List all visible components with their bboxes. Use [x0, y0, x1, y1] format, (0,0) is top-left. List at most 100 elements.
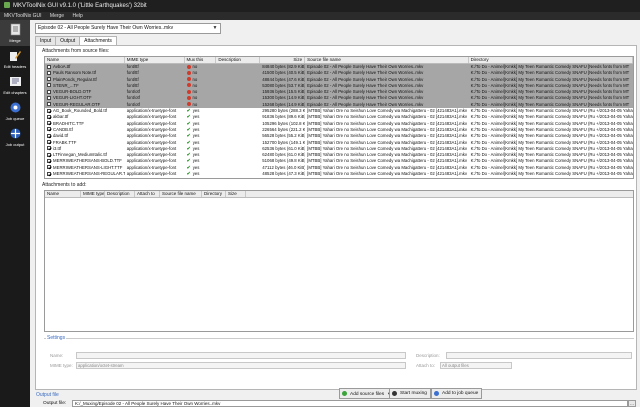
- menu-merge[interactable]: Merge: [50, 13, 64, 19]
- directory-cell-text: K:/To Do - Anime/[Kmkk] My Teen Romantic…: [470, 126, 634, 132]
- attachment-checkbox[interactable]: [47, 146, 51, 151]
- attachment-checkbox[interactable]: [47, 95, 51, 100]
- add-to-job-queue-button[interactable]: Add to job queue: [431, 388, 483, 399]
- attachment-checkbox[interactable]: [47, 108, 51, 113]
- column-header[interactable]: Source file name: [160, 191, 202, 197]
- attachment-name: AvboA.ttf: [53, 64, 71, 69]
- source-file-cell-text: Episode 02 - All People Surely Have Thei…: [307, 70, 424, 76]
- size-cell-text: 47112 bytes (46.0 KiB): [262, 164, 306, 170]
- attachment-name: PlainPonds_Regular.ttf: [53, 76, 97, 82]
- mux-value: yes: [192, 158, 200, 164]
- column-header[interactable]: Source file name: [305, 57, 469, 63]
- job-selector[interactable]: Episode 02 - All People Surely Have Thei…: [35, 23, 221, 34]
- mime-cell-text: font/ttf: [126, 70, 139, 76]
- attachment-checkbox[interactable]: [47, 77, 51, 82]
- attachment-checkbox[interactable]: [47, 171, 51, 176]
- attachment-checkbox[interactable]: [47, 165, 51, 170]
- directory-cell-text: K:/To Do - Anime/[Kmkk] My Teen Romantic…: [470, 139, 634, 145]
- output-file-input[interactable]: K:/_Muxing/Episode 02 - All People Surel…: [72, 400, 628, 407]
- job-selector-value: Episode 02 - All People Surely Have Thei…: [38, 25, 174, 31]
- job-queue-icon: [10, 102, 20, 113]
- attachment-checkbox[interactable]: [47, 140, 51, 145]
- menu-help[interactable]: Help: [72, 13, 82, 19]
- start-muxing-button[interactable]: Start muxing: [389, 388, 431, 399]
- source-file-cell-text: [MTBB] Yahari Ore no Seishun Love Comedy…: [307, 164, 468, 170]
- sidebar-item-edit-headers[interactable]: Edit headers: [0, 46, 30, 72]
- name-label: Name:: [50, 353, 64, 358]
- table-body: AvboA.ttf font/ttf no 84840 bytes (82.9 KiB…: [45, 64, 633, 177]
- column-header[interactable]: Name: [45, 57, 125, 63]
- mux-value: no: [192, 64, 198, 69]
- size-cell-text: 91836 bytes (89.6 KiB): [262, 114, 306, 120]
- attachment-checkbox[interactable]: [47, 89, 51, 94]
- tab-attachments[interactable]: Attachments: [79, 36, 117, 45]
- plus-icon: [342, 391, 347, 396]
- attachment-checkbox[interactable]: [47, 114, 51, 119]
- mime-cell-text: application/x-truetype-font: [126, 114, 177, 120]
- mux-value: no: [192, 82, 198, 88]
- add-source-files-button[interactable]: Add source files▼: [339, 388, 396, 399]
- no-entry-icon: [186, 70, 191, 75]
- sidebar-label-edit-headers: Edit headers: [3, 64, 27, 69]
- attachment-checkbox[interactable]: [47, 64, 51, 69]
- source-attachments-label: Attachments from source files:: [42, 48, 110, 54]
- attachment-name: AG_Book_Rounded_Bold.ttf: [53, 108, 107, 114]
- chevron-down-icon[interactable]: ▼: [211, 24, 219, 33]
- sidebar: Merge Edit headers Edit chapters Job que…: [0, 20, 30, 407]
- mime-cell: application/x-truetype-font: [125, 171, 185, 177]
- column-header[interactable]: MIME type: [125, 57, 185, 63]
- mux-cell[interactable]: ✔ yes: [185, 171, 217, 177]
- mime-cell-text: application/x-truetype-font: [126, 145, 177, 151]
- mux-value: yes: [192, 108, 200, 114]
- column-header[interactable]: Directory: [469, 57, 633, 63]
- column-header[interactable]: Description: [105, 191, 135, 197]
- column-header[interactable]: Size: [260, 57, 306, 63]
- attachment-checkbox[interactable]: [47, 70, 51, 75]
- tab-input[interactable]: Input: [35, 36, 57, 45]
- attachment-checkbox[interactable]: [47, 102, 51, 107]
- source-file-cell-text: [MTBB] Yahari Ore no Seishun Love Comedy…: [307, 152, 468, 158]
- attachment-checkbox[interactable]: [47, 133, 51, 138]
- column-header[interactable]: Name: [45, 191, 81, 197]
- add-attachments-table[interactable]: Name MIME type Description Attach to Sou…: [44, 190, 634, 332]
- attachment-name: VEGUR-BOLD.OTF: [53, 89, 92, 95]
- sidebar-item-job-output[interactable]: Job output: [0, 124, 30, 150]
- column-header[interactable]: MIME type: [81, 191, 105, 197]
- column-header[interactable]: Directory: [202, 191, 226, 197]
- column-header[interactable]: Size: [226, 191, 246, 197]
- tab-output[interactable]: Output: [55, 36, 81, 45]
- mime-cell-text: font/otf: [126, 101, 140, 107]
- mux-value: yes: [192, 139, 200, 145]
- table-row[interactable]: MERRIWEATHERSANS-REGULAR.TTF application/…: [45, 171, 633, 177]
- mime-cell-text: application/x-truetype-font: [126, 126, 177, 132]
- sidebar-item-edit-chapters[interactable]: Edit chapters: [0, 72, 30, 98]
- settings-group: Settings Name: Description: MIME type: a…: [44, 335, 634, 383]
- no-entry-icon: [186, 89, 191, 94]
- attachment-checkbox[interactable]: [47, 121, 51, 126]
- source-file-cell-text: Episode 02 - All People Surely Have Thei…: [307, 82, 424, 88]
- directory-cell-text: K:/To Do - Anime/[Kmkk] My Teen Romantic…: [470, 82, 630, 88]
- column-header[interactable]: Attach to: [135, 191, 160, 197]
- attachment-checkbox[interactable]: [47, 158, 51, 163]
- sidebar-item-job-queue[interactable]: Job queue: [0, 98, 30, 124]
- sidebar-label-merge: Merge: [9, 38, 21, 43]
- size-cell-text: 62480 bytes (61.0 KiB): [262, 152, 306, 158]
- browse-output-button[interactable]: ...: [628, 400, 636, 407]
- menu-mkvtoolnix[interactable]: MKVToolNix GUI: [4, 13, 42, 19]
- attachment-name: FRABK.TTF: [53, 139, 77, 145]
- no-entry-icon: [186, 77, 191, 82]
- sidebar-item-merge[interactable]: Merge: [0, 20, 30, 46]
- directory-cell-text: K:/To Do - Anime/[Kmkk] My Teen Romantic…: [470, 64, 630, 69]
- source-file-cell-text: [MTBB] Yahari Ore no Seishun Love Comedy…: [307, 126, 468, 132]
- size-cell-text: 152700 bytes (149.1 KiB): [262, 139, 305, 145]
- no-entry-icon: [186, 64, 191, 69]
- source-file-cell-text: Episode 02 - All People Surely Have Thei…: [307, 95, 424, 101]
- directory-cell-text: K:/To Do - Anime/[Kmkk] My Teen Romantic…: [470, 158, 634, 164]
- no-entry-icon: [186, 102, 191, 107]
- column-header[interactable]: Description: [216, 57, 261, 63]
- attachment-checkbox[interactable]: [47, 83, 51, 88]
- directory-cell-text: K:/To Do - Anime/[Kmkk] My Teen Romantic…: [470, 171, 634, 177]
- attachment-checkbox[interactable]: [47, 127, 51, 132]
- column-header[interactable]: Mux this: [185, 57, 217, 63]
- attachment-checkbox[interactable]: [47, 152, 51, 157]
